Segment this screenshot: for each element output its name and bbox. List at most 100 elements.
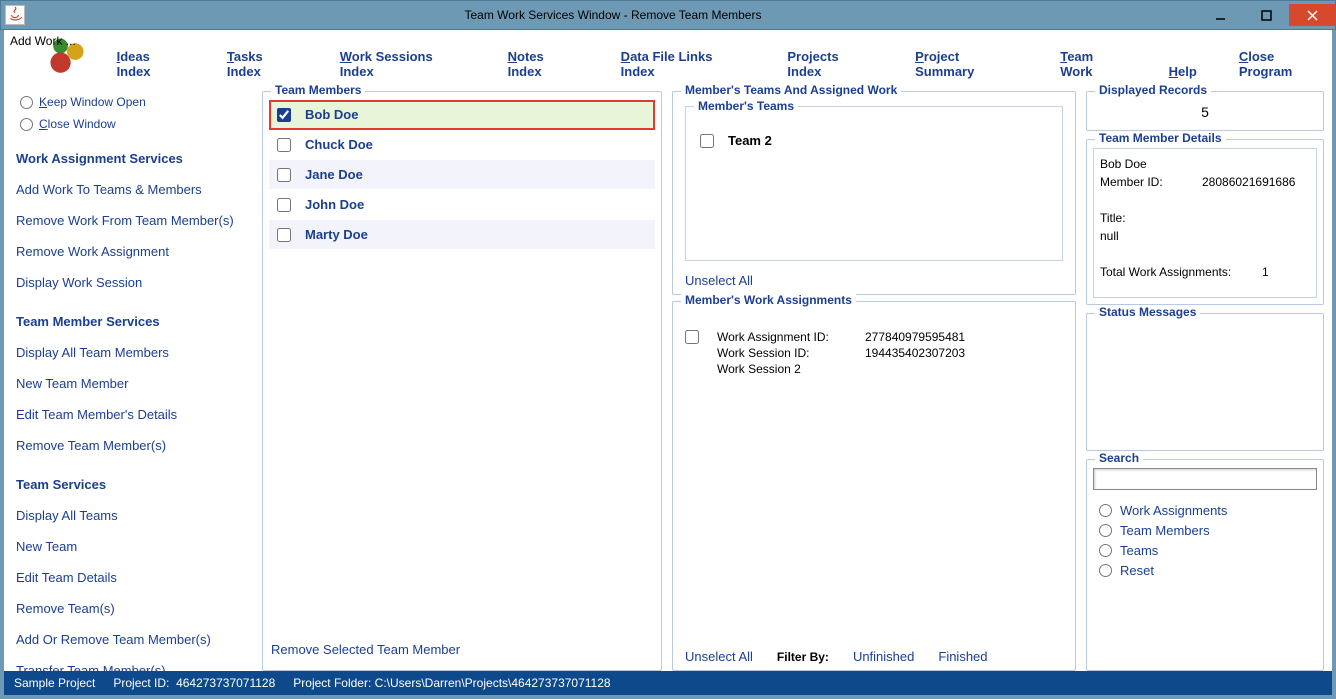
menu-close-program[interactable]: Close Program bbox=[1239, 49, 1328, 79]
work-session-id-value: 194435402307203 bbox=[865, 346, 965, 360]
search-box: Search Work Assignments Team Members Tea… bbox=[1086, 459, 1324, 671]
section-work-assignment-services: Work Assignment Services bbox=[16, 151, 252, 166]
status-messages-box: Status Messages bbox=[1086, 313, 1324, 451]
maximize-button[interactable] bbox=[1243, 4, 1289, 26]
window-title: Team Work Services Window - Remove Team … bbox=[29, 8, 1197, 22]
team-members-column: Team Members Bob Doe Chuck Doe Jane Doe bbox=[262, 91, 662, 671]
title-label: Title: bbox=[1100, 209, 1310, 227]
menu-notes-index[interactable]: Notes Index bbox=[508, 49, 579, 79]
title-value: null bbox=[1100, 227, 1310, 245]
link-remove-teams[interactable]: Remove Team(s) bbox=[16, 601, 252, 616]
member-teams-legend: Member's Teams bbox=[694, 99, 798, 113]
work-assignments-box: Member's Work Assignments Work Assignmen… bbox=[672, 301, 1076, 671]
assigned-legend: Member's Teams And Assigned Work bbox=[681, 85, 901, 97]
member-checkbox[interactable] bbox=[277, 108, 291, 122]
member-checkbox[interactable] bbox=[277, 198, 291, 212]
team-members-box: Team Members Bob Doe Chuck Doe Jane Doe bbox=[262, 91, 662, 671]
remove-selected-member-button[interactable]: Remove Selected Team Member bbox=[271, 634, 655, 664]
member-checkbox[interactable] bbox=[277, 228, 291, 242]
member-row-bob[interactable]: Bob Doe bbox=[269, 100, 655, 130]
link-remove-team-members[interactable]: Remove Team Member(s) bbox=[16, 438, 252, 453]
link-display-work-session[interactable]: Display Work Session bbox=[16, 275, 252, 290]
member-row-john[interactable]: John Doe bbox=[269, 190, 655, 220]
titlebar: Team Work Services Window - Remove Team … bbox=[0, 0, 1336, 30]
team-member-details-box: Team Member Details Bob Doe Member ID: 2… bbox=[1086, 139, 1324, 305]
work-id-label: Work Assignment ID: bbox=[717, 330, 857, 344]
window-buttons bbox=[1197, 4, 1335, 26]
search-legend: Search bbox=[1095, 451, 1143, 465]
member-name: Chuck Doe bbox=[305, 137, 373, 152]
details-scroll[interactable]: Bob Doe Member ID: 28086021691686 Title:… bbox=[1093, 148, 1317, 298]
work-checkbox[interactable] bbox=[685, 330, 699, 344]
member-name: Jane Doe bbox=[305, 167, 363, 182]
displayed-records-legend: Displayed Records bbox=[1095, 85, 1211, 97]
link-edit-team-details[interactable]: Edit Team Details bbox=[16, 570, 252, 585]
details-name: Bob Doe bbox=[1100, 155, 1310, 173]
member-id-label: Member ID: bbox=[1100, 173, 1190, 191]
content: Keep Window Open Close Window Work Assig… bbox=[4, 85, 1332, 671]
search-opt-reset[interactable]: Reset bbox=[1099, 563, 1311, 578]
member-teams-box: Member's Teams Team 2 bbox=[685, 106, 1063, 261]
menubar: Ideas Index Tasks Index Work Sessions In… bbox=[117, 30, 1328, 85]
member-id-value: 28086021691686 bbox=[1202, 173, 1295, 191]
assigned-column: Member's Teams And Assigned Work Member'… bbox=[672, 91, 1076, 671]
app-frame: Add Work ... Ideas Index Tasks Index Wor… bbox=[0, 30, 1336, 699]
member-row-chuck[interactable]: Chuck Doe bbox=[269, 130, 655, 160]
member-row-marty[interactable]: Marty Doe bbox=[269, 220, 655, 250]
member-name: Bob Doe bbox=[305, 107, 358, 122]
menu-tasks-index[interactable]: Tasks Index bbox=[227, 49, 298, 79]
link-add-work-to-teams[interactable]: Add Work To Teams & Members bbox=[16, 182, 252, 197]
menu-project-summary[interactable]: Project Summary bbox=[915, 49, 1018, 79]
menu-work-sessions-index[interactable]: Work Sessions Index bbox=[340, 49, 466, 79]
link-new-team-member[interactable]: New Team Member bbox=[16, 376, 252, 391]
team-row[interactable]: Team 2 bbox=[700, 133, 1054, 148]
work-session-id-label: Work Session ID: bbox=[717, 346, 857, 360]
link-add-remove-team-members[interactable]: Add Or Remove Team Member(s) bbox=[16, 632, 252, 647]
work-assignment-row[interactable]: Work Assignment ID: 277840979595481 Work… bbox=[685, 330, 1063, 376]
member-name: John Doe bbox=[305, 197, 364, 212]
java-icon bbox=[5, 5, 25, 25]
work-assignments-legend: Member's Work Assignments bbox=[681, 293, 856, 307]
menu-team-work[interactable]: Team Work bbox=[1060, 49, 1126, 79]
work-filter-row: Unselect All Filter By: Unfinished Finis… bbox=[685, 649, 1069, 664]
menu-help[interactable]: Help bbox=[1169, 64, 1197, 79]
link-remove-work-assignment[interactable]: Remove Work Assignment bbox=[16, 244, 252, 259]
member-checkbox[interactable] bbox=[277, 138, 291, 152]
team-name: Team 2 bbox=[728, 133, 772, 148]
filter-unfinished[interactable]: Unfinished bbox=[853, 649, 914, 664]
search-opt-teams[interactable]: Teams bbox=[1099, 543, 1311, 558]
unselect-all-teams[interactable]: Unselect All bbox=[685, 273, 1069, 288]
sidebar: Keep Window Open Close Window Work Assig… bbox=[12, 91, 252, 671]
radio-close-window[interactable]: Close Window bbox=[20, 117, 252, 131]
menu-ideas-index[interactable]: Ideas Index bbox=[117, 49, 185, 79]
total-work-value: 1 bbox=[1262, 263, 1269, 281]
section-team-services: Team Services bbox=[16, 477, 252, 492]
total-work-label: Total Work Assignments: bbox=[1100, 263, 1250, 281]
radio-keep-window-open[interactable]: Keep Window Open bbox=[20, 95, 252, 109]
link-remove-work-from-members[interactable]: Remove Work From Team Member(s) bbox=[16, 213, 252, 228]
top-row: Ideas Index Tasks Index Work Sessions In… bbox=[4, 30, 1332, 85]
link-edit-team-member-details[interactable]: Edit Team Member's Details bbox=[16, 407, 252, 422]
link-transfer-team-members[interactable]: Transfer Team Member(s) bbox=[16, 663, 252, 671]
member-checkbox[interactable] bbox=[277, 168, 291, 182]
team-members-legend: Team Members bbox=[271, 85, 365, 97]
work-details: Work Assignment ID: 277840979595481 Work… bbox=[717, 330, 965, 376]
search-opt-work-assignments[interactable]: Work Assignments bbox=[1099, 503, 1311, 518]
minimize-button[interactable] bbox=[1197, 4, 1243, 26]
menu-projects-index[interactable]: Projects Index bbox=[787, 49, 873, 79]
work-id-value: 277840979595481 bbox=[865, 330, 965, 344]
team-checkbox[interactable] bbox=[700, 134, 714, 148]
search-input[interactable] bbox=[1093, 468, 1317, 490]
link-display-all-team-members[interactable]: Display All Team Members bbox=[16, 345, 252, 360]
unselect-all-work[interactable]: Unselect All bbox=[685, 649, 753, 664]
link-new-team[interactable]: New Team bbox=[16, 539, 252, 554]
status-project-id: Project ID: 464273737071128 bbox=[113, 676, 275, 690]
statusbar: Sample Project Project ID: 4642737370711… bbox=[4, 671, 1332, 695]
filter-finished[interactable]: Finished bbox=[938, 649, 987, 664]
close-button[interactable] bbox=[1289, 4, 1335, 26]
member-row-jane[interactable]: Jane Doe bbox=[269, 160, 655, 190]
section-team-member-services: Team Member Services bbox=[16, 314, 252, 329]
link-display-all-teams[interactable]: Display All Teams bbox=[16, 508, 252, 523]
search-opt-team-members[interactable]: Team Members bbox=[1099, 523, 1311, 538]
menu-data-file-links-index[interactable]: Data File Links Index bbox=[621, 49, 746, 79]
